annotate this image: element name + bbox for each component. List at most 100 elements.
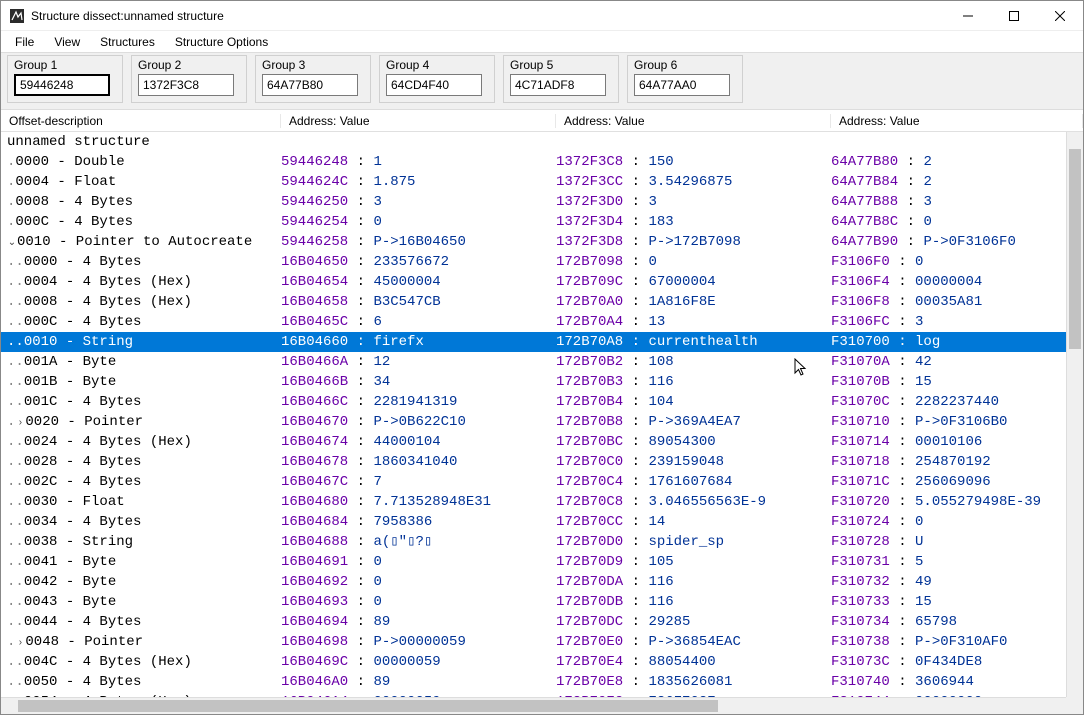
menu-structures[interactable]: Structures — [92, 33, 163, 51]
offset-description: ..0024 - 4 Bytes (Hex) — [1, 432, 281, 452]
address-value-2: 172B70DC : 29285 — [556, 612, 831, 632]
maximize-button[interactable] — [991, 1, 1037, 30]
table-row[interactable]: .0008 - 4 Bytes59446250 : 31372F3D0 : 36… — [1, 192, 1066, 212]
table-row[interactable]: ..002C - 4 Bytes16B0467C : 7172B70C4 : 1… — [1, 472, 1066, 492]
group-box-1: Group 1 — [7, 55, 123, 103]
vertical-scrollbar[interactable] — [1066, 132, 1083, 697]
offset-description: ..0030 - Float — [1, 492, 281, 512]
offset-description: ..000C - 4 Bytes — [1, 312, 281, 332]
offset-description: ..001B - Byte — [1, 372, 281, 392]
offset-description: .0004 - Float — [1, 172, 281, 192]
table-row[interactable]: ..001B - Byte16B0466B : 34172B70B3 : 116… — [1, 372, 1066, 392]
address-value-3: F3106F0 : 0 — [831, 252, 1066, 272]
table-row[interactable]: ..0050 - 4 Bytes16B046A0 : 89172B70E8 : … — [1, 672, 1066, 692]
address-value-1: 16B04658 : B3C547CB — [281, 292, 556, 312]
table-row[interactable]: ..0000 - 4 Bytes16B04650 : 233576672172B… — [1, 252, 1066, 272]
column-address-value-1[interactable]: Address: Value — [281, 114, 556, 128]
table-row[interactable]: ..0042 - Byte16B04692 : 0172B70DA : 116F… — [1, 572, 1066, 592]
table-row[interactable]: ..0010 - String16B04660 : firefx172B70A8… — [1, 332, 1066, 352]
address-value-2: 172B70B8 : P->369A4EA7 — [556, 412, 831, 432]
close-button[interactable] — [1037, 1, 1083, 30]
group-label: Group 6 — [634, 58, 736, 74]
table-row[interactable]: .000C - 4 Bytes59446254 : 01372F3D4 : 18… — [1, 212, 1066, 232]
table-row[interactable]: .›0020 - Pointer16B04670 : P->0B622C1017… — [1, 412, 1066, 432]
group-address-input[interactable] — [14, 74, 110, 96]
offset-description: ..0034 - 4 Bytes — [1, 512, 281, 532]
address-value-2: 172B70E8 : 1835626081 — [556, 672, 831, 692]
offset-description: ⌄0010 - Pointer to Autocreate — [1, 232, 281, 253]
address-value-2: 172B70A4 : 13 — [556, 312, 831, 332]
group-address-input[interactable] — [386, 74, 482, 96]
address-value-3: F3106FC : 3 — [831, 312, 1066, 332]
horizontal-scrollbar[interactable] — [1, 697, 1066, 714]
address-value-2: 172B70C8 : 3.046556563E-9 — [556, 492, 831, 512]
chevron-down-icon[interactable]: ⌄ — [7, 233, 17, 253]
menu-bar: File View Structures Structure Options — [1, 31, 1083, 53]
address-value-3: F31070B : 15 — [831, 372, 1066, 392]
address-value-1: 16B0469C : 00000059 — [281, 652, 556, 672]
menu-view[interactable]: View — [46, 33, 88, 51]
table-row[interactable]: ..0028 - 4 Bytes16B04678 : 1860341040172… — [1, 452, 1066, 472]
address-value-1: 16B04674 : 44000104 — [281, 432, 556, 452]
group-address-input[interactable] — [262, 74, 358, 96]
address-value-1: 16B0467C : 7 — [281, 472, 556, 492]
menu-structure-options[interactable]: Structure Options — [167, 33, 276, 51]
offset-description: ..0038 - String — [1, 532, 281, 552]
table-row[interactable]: ..0008 - 4 Bytes (Hex)16B04658 : B3C547C… — [1, 292, 1066, 312]
address-value-3: F310738 : P->0F310AF0 — [831, 632, 1066, 652]
table-row[interactable]: ..0041 - Byte16B04691 : 0172B70D9 : 105F… — [1, 552, 1066, 572]
table-row[interactable]: ..001C - 4 Bytes16B0466C : 2281941319172… — [1, 392, 1066, 412]
structure-name: unnamed structure — [1, 132, 281, 152]
offset-description: .›0020 - Pointer — [1, 412, 281, 433]
table-row[interactable]: ..001A - Byte16B0466A : 12172B70B2 : 108… — [1, 352, 1066, 372]
chevron-right-icon[interactable]: › — [15, 413, 25, 433]
group-box-6: Group 6 — [627, 55, 743, 103]
address-value-3: F31070A : 42 — [831, 352, 1066, 372]
table-row[interactable]: ..0043 - Byte16B04693 : 0172B70DB : 116F… — [1, 592, 1066, 612]
table-row[interactable]: ..0004 - 4 Bytes (Hex)16B04654 : 4500000… — [1, 272, 1066, 292]
structure-tree[interactable]: unnamed structure.0000 - Double59446248 … — [1, 132, 1066, 697]
column-address-value-2[interactable]: Address: Value — [556, 114, 831, 128]
address-value-1: 5944624C : 1.875 — [281, 172, 556, 192]
address-value-1: 16B04693 : 0 — [281, 592, 556, 612]
address-value-3: F3106F8 : 00035A81 — [831, 292, 1066, 312]
table-row[interactable]: .0000 - Double59446248 : 11372F3C8 : 150… — [1, 152, 1066, 172]
offset-description: .0008 - 4 Bytes — [1, 192, 281, 212]
address-value-1: 16B0466A : 12 — [281, 352, 556, 372]
address-value-3: F31071C : 256069096 — [831, 472, 1066, 492]
column-offset-description[interactable]: Offset-description — [1, 114, 281, 128]
chevron-right-icon[interactable]: › — [15, 633, 25, 653]
address-value-2: 1372F3C8 : 150 — [556, 152, 831, 172]
address-value-2: 172B70C4 : 1761607684 — [556, 472, 831, 492]
minimize-button[interactable] — [945, 1, 991, 30]
table-row[interactable]: ..0038 - String16B04688 : a(▯"▯?▯172B70D… — [1, 532, 1066, 552]
group-address-input[interactable] — [634, 74, 730, 96]
structure-name-row[interactable]: unnamed structure — [1, 132, 1066, 152]
table-row[interactable]: ..0034 - 4 Bytes16B04684 : 7958386172B70… — [1, 512, 1066, 532]
table-row[interactable]: ⌄0010 - Pointer to Autocreate59446258 : … — [1, 232, 1066, 252]
table-row[interactable]: ..0024 - 4 Bytes (Hex)16B04674 : 4400010… — [1, 432, 1066, 452]
group-address-input[interactable] — [138, 74, 234, 96]
offset-description: ..0050 - 4 Bytes — [1, 672, 281, 692]
structure-body: unnamed structure.0000 - Double59446248 … — [1, 132, 1083, 714]
address-value-3: 64A77B88 : 3 — [831, 192, 1066, 212]
group-address-input[interactable] — [510, 74, 606, 96]
offset-description: ..0044 - 4 Bytes — [1, 612, 281, 632]
table-row[interactable]: .›0048 - Pointer16B04698 : P->0000005917… — [1, 632, 1066, 652]
address-value-1: 16B04692 : 0 — [281, 572, 556, 592]
address-value-3: F310720 : 5.055279498E-39 — [831, 492, 1066, 512]
address-value-1: 16B046A0 : 89 — [281, 672, 556, 692]
group-label: Group 4 — [386, 58, 488, 74]
table-row[interactable]: .0004 - Float5944624C : 1.8751372F3CC : … — [1, 172, 1066, 192]
table-row[interactable]: ..0030 - Float16B04680 : 7.713528948E311… — [1, 492, 1066, 512]
menu-file[interactable]: File — [7, 33, 42, 51]
address-value-3: F31070C : 2282237440 — [831, 392, 1066, 412]
address-value-1: 59446248 : 1 — [281, 152, 556, 172]
table-row[interactable]: ..000C - 4 Bytes16B0465C : 6172B70A4 : 1… — [1, 312, 1066, 332]
group-label: Group 5 — [510, 58, 612, 74]
table-row[interactable]: ..004C - 4 Bytes (Hex)16B0469C : 0000005… — [1, 652, 1066, 672]
address-value-2: 172B70B4 : 104 — [556, 392, 831, 412]
address-value-1: 59446254 : 0 — [281, 212, 556, 232]
table-row[interactable]: ..0044 - 4 Bytes16B04694 : 89172B70DC : … — [1, 612, 1066, 632]
column-address-value-3[interactable]: Address: Value — [831, 114, 1083, 128]
